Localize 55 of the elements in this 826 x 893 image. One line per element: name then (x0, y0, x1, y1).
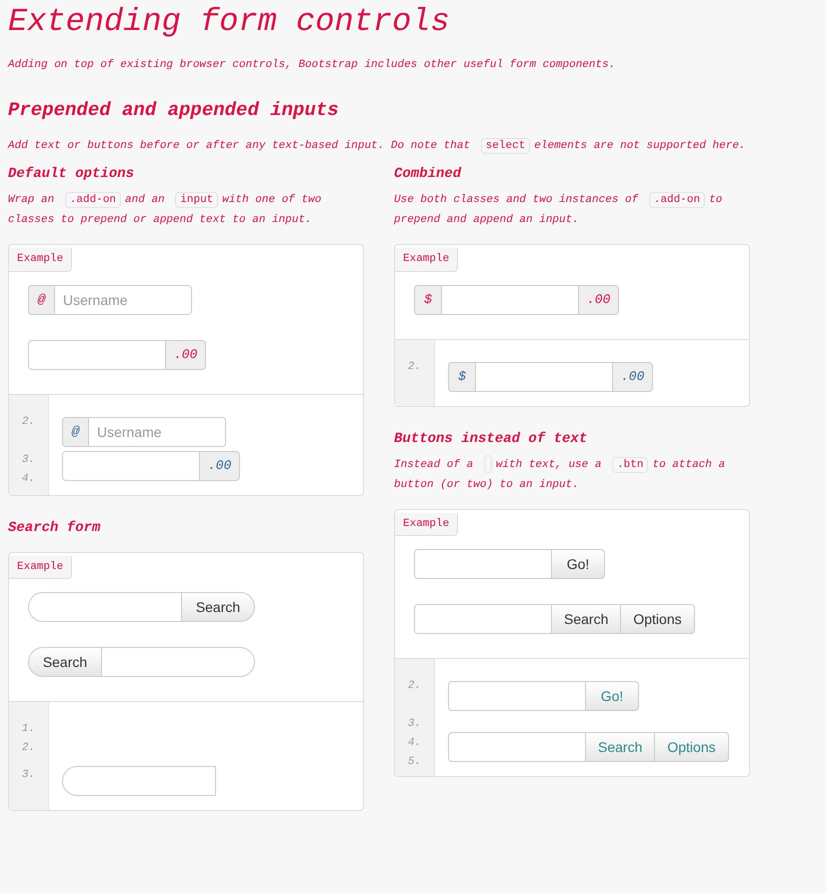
addon-button[interactable]: Go! (585, 681, 639, 711)
line-number: 3. (408, 717, 422, 732)
line-number: 4. (22, 472, 36, 486)
at-sign-addon: @ (28, 284, 55, 314)
line-number: 1. (22, 722, 36, 737)
amount-field[interactable] (62, 450, 200, 480)
example-label: Example (395, 512, 458, 536)
subsection-heading: Default options (8, 165, 136, 184)
amount-field[interactable] (28, 340, 166, 370)
line-number: 4. (408, 736, 422, 751)
text-field[interactable] (414, 549, 552, 579)
line-number: 5. (408, 755, 422, 770)
description-text: Add text or buttons before or after any text-based input. Do note that select elements are not supported here. (8, 137, 747, 156)
example-label: Example (395, 248, 458, 272)
cents-addon: .00 (612, 362, 654, 392)
addon-button[interactable]: Search (585, 732, 656, 762)
line-number: 2. (22, 741, 36, 756)
description-text: Use both classes and two instances of .add-on to prepend and append an input. (394, 191, 724, 228)
text-field[interactable] (414, 604, 552, 634)
text-field[interactable] (448, 732, 586, 762)
amount-field[interactable] (441, 284, 579, 314)
username-field[interactable]: Username (88, 416, 226, 446)
addon-button[interactable]: Search (551, 604, 622, 634)
cents-addon: .00 (199, 450, 240, 480)
addon-button[interactable]: Options (620, 604, 695, 634)
line-number: 2. (22, 414, 36, 430)
line-number: 2. (408, 679, 422, 694)
line-number: 3. (22, 768, 36, 783)
lead-text: Adding on top of existing browser controls, Bootstrap includes other useful form components. (8, 58, 616, 73)
cents-addon: .00 (165, 340, 206, 370)
cents-addon: .00 (578, 284, 620, 314)
line-number: 2. (408, 360, 422, 374)
subsection-heading: Search form (8, 518, 102, 538)
addon-button[interactable]: Options (654, 732, 729, 762)
line-number: 3. (22, 452, 36, 468)
search-button[interactable]: Search (28, 647, 102, 677)
example-label: Example (9, 556, 72, 579)
text-field[interactable] (448, 681, 586, 711)
username-field[interactable]: Username (54, 284, 192, 314)
description-text: Wrap an .add-on and an input with one of two classes to prepend or append text to an input. (8, 191, 322, 228)
dollar-addon: $ (414, 284, 442, 314)
description-text: Instead of a with text, use a .btn to attach a button (or two) to an input. (394, 454, 750, 494)
at-sign-addon: @ (62, 416, 89, 446)
amount-field[interactable] (475, 362, 613, 392)
search-field[interactable] (62, 766, 216, 796)
search-field[interactable] (28, 592, 182, 622)
subsection-heading: Combined (394, 165, 462, 184)
page-title: Extending form controls (8, 2, 451, 42)
dollar-addon: $ (448, 362, 476, 392)
subsection-heading: Buttons instead of text (394, 430, 588, 448)
section-heading: Prepended and appended inputs (8, 98, 340, 122)
example-label: Example (9, 248, 72, 272)
search-field[interactable] (101, 647, 255, 677)
addon-button[interactable]: Go! (551, 549, 605, 579)
search-button[interactable]: Search (181, 592, 255, 622)
